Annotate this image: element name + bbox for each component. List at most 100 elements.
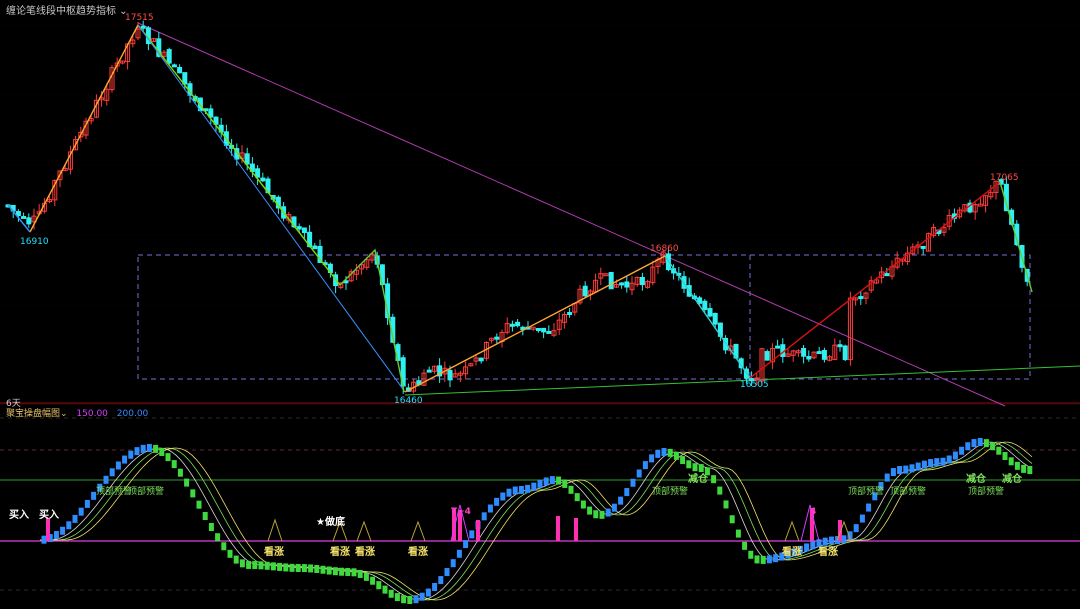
signal-t4-1: T+4: [451, 507, 471, 517]
osc-block: [928, 459, 934, 468]
osc-block: [897, 466, 903, 475]
osc-block: [934, 458, 940, 467]
osc-block: [537, 479, 543, 488]
buy-spike-0: [46, 518, 50, 541]
osc-block: [773, 554, 779, 563]
osc-block: [990, 442, 996, 451]
bi-line-up-1: [29, 24, 139, 233]
buy-spike-5: [574, 518, 578, 541]
osc-block: [946, 455, 952, 464]
candle-body: [546, 330, 552, 334]
osc-block: [450, 559, 456, 568]
candle-body: [26, 217, 32, 225]
osc-block: [388, 589, 394, 598]
osc-block: [196, 500, 202, 509]
indicator-title[interactable]: 缠论笔线段中枢趋势指标 ⌄: [6, 2, 128, 17]
osc-block: [109, 468, 115, 477]
osc-block: [562, 479, 568, 488]
osc-block: [208, 523, 214, 532]
chevron-down-icon[interactable]: ⌄: [60, 409, 70, 419]
osc-block: [549, 476, 555, 485]
candle-body: [858, 296, 864, 300]
sub-indicator-header[interactable]: 聚宝操盘幅图⌄ 150.00 200.00: [6, 406, 148, 419]
osc-block: [78, 507, 84, 516]
candle-body: [842, 345, 848, 361]
osc-block: [890, 468, 896, 477]
osc-block: [140, 444, 146, 453]
osc-block: [41, 535, 47, 544]
osc-block: [122, 455, 128, 464]
osc-block: [500, 492, 506, 501]
rise-marker-4: [784, 520, 800, 542]
candle-body: [920, 245, 926, 249]
price-label-low1: 16910: [20, 237, 49, 247]
candle-body: [608, 271, 614, 290]
price-label-low2: 16460: [394, 396, 423, 406]
candle-body: [619, 282, 625, 286]
osc-block: [599, 510, 605, 519]
candle-body: [764, 351, 770, 361]
candle-body: [21, 216, 27, 220]
osc-block: [376, 581, 382, 590]
price-label-high1: 17515: [125, 13, 154, 23]
osc-block: [332, 567, 338, 576]
osc-block: [239, 559, 245, 568]
osc-block: [370, 576, 376, 585]
osc-block: [363, 572, 369, 581]
sub-indicator-name: 聚宝操盘幅图: [6, 409, 61, 419]
signal-reduce-3: 减仓: [1002, 474, 1022, 485]
candle-body: [478, 357, 484, 362]
osc-block: [146, 444, 152, 453]
osc-block: [382, 585, 388, 594]
bi-line-up-2: [404, 255, 666, 393]
candle-body: [255, 168, 261, 178]
osc-block: [903, 465, 909, 474]
candle-body: [494, 336, 500, 340]
osc-block: [574, 493, 580, 502]
osc-block: [432, 582, 438, 591]
candle-body: [166, 49, 172, 64]
osc-block: [884, 473, 890, 482]
price-chart[interactable]: [0, 0, 1080, 609]
osc-block: [184, 478, 190, 487]
candle-body: [260, 177, 266, 182]
osc-block: [258, 561, 264, 570]
signal-top-warn-6: 顶部预警: [968, 487, 1005, 497]
osc-block: [810, 541, 816, 550]
osc-block: [115, 461, 121, 470]
osc-block: [506, 488, 512, 497]
osc-block: [754, 555, 760, 564]
osc-block: [909, 464, 915, 473]
osc-block: [295, 563, 301, 572]
osc-block: [543, 477, 549, 486]
chart-stage[interactable]: 缠论笔线段中枢趋势指标 ⌄ 17515 16910 16860 16460 16…: [0, 0, 1080, 609]
signal-buy-1: 买入: [9, 510, 29, 521]
rise-marker-3: [410, 520, 426, 542]
signal-rise-4: 看涨: [408, 547, 428, 558]
sub-indicator-level1: 150.00: [76, 409, 108, 419]
signal-top-warn-5: 顶部预警: [890, 487, 927, 497]
osc-block: [494, 497, 500, 506]
osc-block: [419, 592, 425, 601]
osc-block: [289, 563, 295, 572]
osc-block: [190, 489, 196, 498]
signal-t4-2: 4: [810, 507, 817, 517]
rise-marker-0: [267, 518, 283, 542]
osc-block: [345, 567, 351, 576]
candle-body: [244, 153, 250, 165]
osc-block: [407, 595, 413, 604]
osc-block: [556, 476, 562, 485]
buy-spike-3: [476, 520, 480, 541]
osc-block: [866, 503, 872, 512]
osc-block: [859, 514, 865, 523]
osc-block: [766, 555, 772, 564]
osc-block: [630, 478, 636, 487]
osc-block: [580, 500, 586, 509]
osc-block: [463, 540, 469, 549]
osc-block: [339, 567, 345, 576]
osc-block: [952, 451, 958, 460]
osc-block: [717, 486, 723, 495]
osc-block: [221, 542, 227, 551]
osc-block: [649, 454, 655, 463]
osc-block: [1027, 465, 1033, 474]
